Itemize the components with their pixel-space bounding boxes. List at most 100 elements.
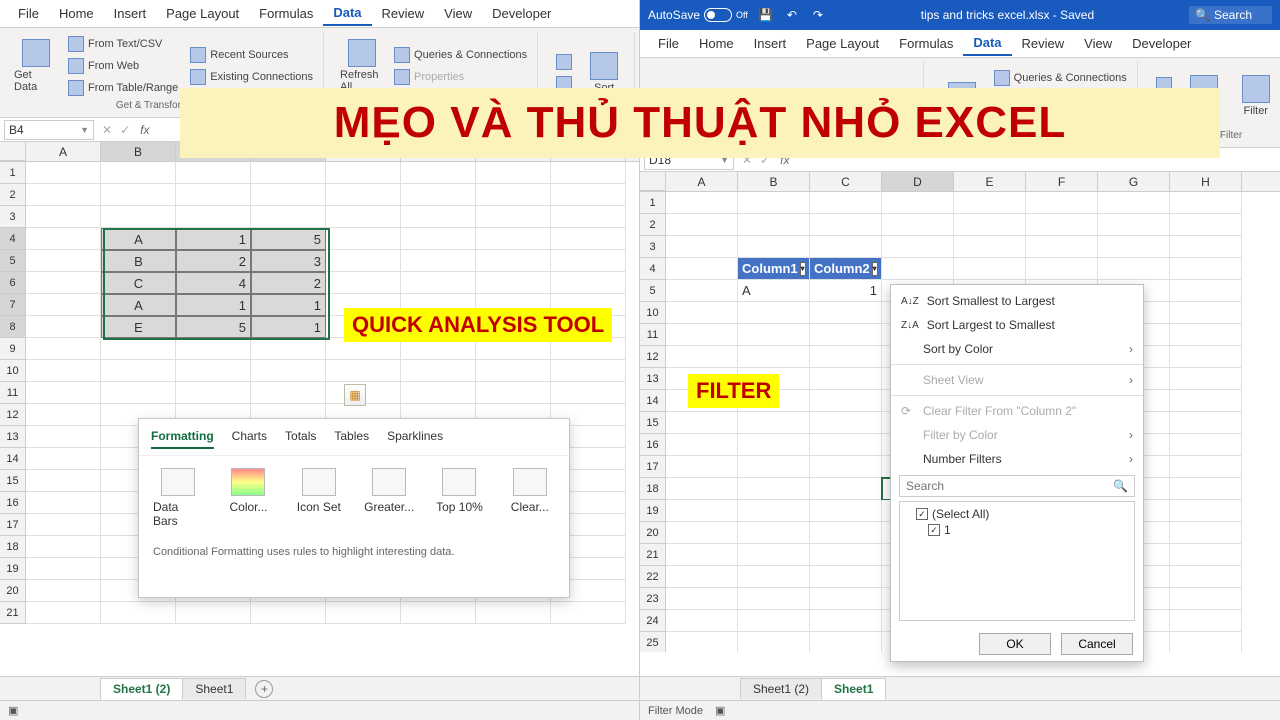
- rtab-home[interactable]: Home: [689, 32, 744, 55]
- tab-formulas[interactable]: Formulas: [249, 2, 323, 25]
- queries-connections-button[interactable]: Queries & Connections: [390, 45, 531, 65]
- filter-by-color: Filter by Color›: [891, 423, 1143, 447]
- record-macro-icon[interactable]: ▣: [8, 704, 18, 717]
- right-ribbon-tabs: File Home Insert Page Layout Formulas Da…: [640, 30, 1280, 58]
- sheet-tab-2[interactable]: Sheet1: [182, 678, 246, 699]
- qa-icon-set[interactable]: Icon Set: [294, 468, 344, 528]
- rtab-page-layout[interactable]: Page Layout: [796, 32, 889, 55]
- tab-view[interactable]: View: [434, 2, 482, 25]
- qa-tab-tables[interactable]: Tables: [334, 429, 369, 449]
- rtab-view[interactable]: View: [1074, 32, 1122, 55]
- fx-icon[interactable]: fx: [134, 123, 155, 137]
- link-icon: [190, 69, 206, 85]
- queries-icon: [994, 70, 1010, 86]
- sort-desc-icon: Z↓A: [901, 320, 919, 331]
- sort-by-color[interactable]: Sort by Color›: [891, 337, 1143, 361]
- clear-filter: ⟳Clear Filter From "Column 2": [891, 399, 1143, 423]
- tab-data[interactable]: Data: [323, 1, 371, 26]
- number-filters[interactable]: Number Filters›: [891, 447, 1143, 471]
- qa-top-10[interactable]: Top 10%: [434, 468, 484, 528]
- qa-data-bars[interactable]: Data Bars: [153, 468, 203, 528]
- sort-asc-icon: A↓Z: [901, 296, 919, 307]
- undo-icon[interactable]: ↶: [784, 7, 800, 23]
- existing-connections-button[interactable]: Existing Connections: [186, 67, 317, 87]
- qa-clear[interactable]: Clear...: [505, 468, 555, 528]
- qa-items: Data Bars Color... Icon Set Greater... T…: [139, 456, 569, 540]
- rtab-data[interactable]: Data: [963, 31, 1011, 56]
- qa-greater-than[interactable]: Greater...: [364, 468, 414, 528]
- filter-search-input[interactable]: [906, 479, 1109, 493]
- tab-developer[interactable]: Developer: [482, 2, 561, 25]
- add-sheet-button[interactable]: +: [255, 680, 273, 698]
- cancel-icon[interactable]: ✕: [98, 123, 116, 137]
- tab-insert[interactable]: Insert: [104, 2, 157, 25]
- r-sheet-tab-2[interactable]: Sheet1: [821, 678, 886, 700]
- properties-icon: [394, 69, 410, 85]
- greater-icon: [372, 468, 406, 496]
- rtab-developer[interactable]: Developer: [1122, 32, 1201, 55]
- save-icon[interactable]: 💾: [758, 7, 774, 23]
- recent-sources-button[interactable]: Recent Sources: [186, 45, 317, 65]
- search-box[interactable]: 🔍 Search: [1189, 6, 1272, 24]
- qa-tab-sparklines[interactable]: Sparklines: [387, 429, 443, 449]
- right-title-bar: AutoSave Off 💾 ↶ ↷ tips and tricks excel…: [640, 0, 1280, 30]
- qa-tab-formatting[interactable]: Formatting: [151, 429, 214, 449]
- filter-value-1[interactable]: ✓1: [904, 522, 1130, 538]
- sort-icon: [590, 52, 618, 80]
- r-queries-button[interactable]: Queries & Connections: [990, 68, 1131, 88]
- r-filter-button[interactable]: Filter: [1232, 62, 1280, 130]
- sort-asc-button[interactable]: [552, 52, 576, 72]
- database-icon: [22, 39, 50, 67]
- cancel-button[interactable]: Cancel: [1061, 633, 1133, 655]
- right-status-bar: Filter Mode ▣: [640, 700, 1280, 720]
- table-icon: [68, 80, 84, 96]
- tutorial-title-banner: MẸO VÀ THỦ THUẬT NHỎ EXCEL: [180, 88, 1220, 158]
- tab-page-layout[interactable]: Page Layout: [156, 2, 249, 25]
- queries-icon: [394, 47, 410, 63]
- rtab-insert[interactable]: Insert: [744, 32, 797, 55]
- status-text: Filter Mode: [648, 705, 703, 717]
- name-box[interactable]: B4▼: [4, 120, 94, 140]
- record-macro-icon[interactable]: ▣: [715, 704, 725, 717]
- search-icon: 🔍: [1195, 8, 1210, 22]
- filter-dropdown-menu: A↓ZSort Smallest to Largest Z↓ASort Larg…: [890, 284, 1144, 662]
- globe-icon: [68, 58, 84, 74]
- quick-analysis-icon[interactable]: [344, 384, 366, 406]
- refresh-icon: [348, 39, 376, 67]
- filter-search[interactable]: 🔍: [899, 475, 1135, 497]
- quick-analysis-label: QUICK ANALYSIS TOOL: [344, 308, 612, 342]
- autosave-toggle[interactable]: AutoSave Off: [648, 8, 748, 22]
- file-icon: [68, 36, 84, 52]
- rtab-formulas[interactable]: Formulas: [889, 32, 963, 55]
- color-scale-icon: [231, 468, 265, 496]
- select-all-checkbox[interactable]: ✓(Select All): [904, 506, 1130, 522]
- from-text-csv-button[interactable]: From Text/CSV: [64, 34, 182, 54]
- sort-largest-smallest[interactable]: Z↓ASort Largest to Smallest: [891, 313, 1143, 337]
- sort-smallest-largest[interactable]: A↓ZSort Smallest to Largest: [891, 289, 1143, 313]
- rtab-review[interactable]: Review: [1012, 32, 1075, 55]
- get-data-button[interactable]: Get Data: [12, 32, 60, 100]
- filter-values-tree[interactable]: ✓(Select All) ✓1: [899, 501, 1135, 621]
- redo-icon[interactable]: ↷: [810, 7, 826, 23]
- qa-color-scale[interactable]: Color...: [223, 468, 273, 528]
- rtab-file[interactable]: File: [648, 32, 689, 55]
- search-icon: 🔍: [1113, 479, 1128, 493]
- filter-icon: [1242, 75, 1270, 103]
- tab-file[interactable]: File: [8, 2, 49, 25]
- from-web-button[interactable]: From Web: [64, 56, 182, 76]
- sort-asc-icon: [556, 54, 572, 70]
- properties-button: Properties: [390, 67, 531, 87]
- sheet-tab-1[interactable]: Sheet1 (2): [100, 678, 183, 700]
- left-status-bar: ▣: [0, 700, 639, 720]
- qa-tab-totals[interactable]: Totals: [285, 429, 316, 449]
- from-table-range-button[interactable]: From Table/Range: [64, 78, 182, 98]
- ok-button[interactable]: OK: [979, 633, 1051, 655]
- r-sheet-tab-1[interactable]: Sheet1 (2): [740, 678, 822, 699]
- window-title: tips and tricks excel.xlsx - Saved: [836, 8, 1179, 22]
- recent-icon: [190, 47, 206, 63]
- qa-tab-charts[interactable]: Charts: [232, 429, 267, 449]
- tab-review[interactable]: Review: [372, 2, 435, 25]
- tab-home[interactable]: Home: [49, 2, 104, 25]
- enter-icon[interactable]: ✓: [116, 123, 134, 137]
- top10-icon: [442, 468, 476, 496]
